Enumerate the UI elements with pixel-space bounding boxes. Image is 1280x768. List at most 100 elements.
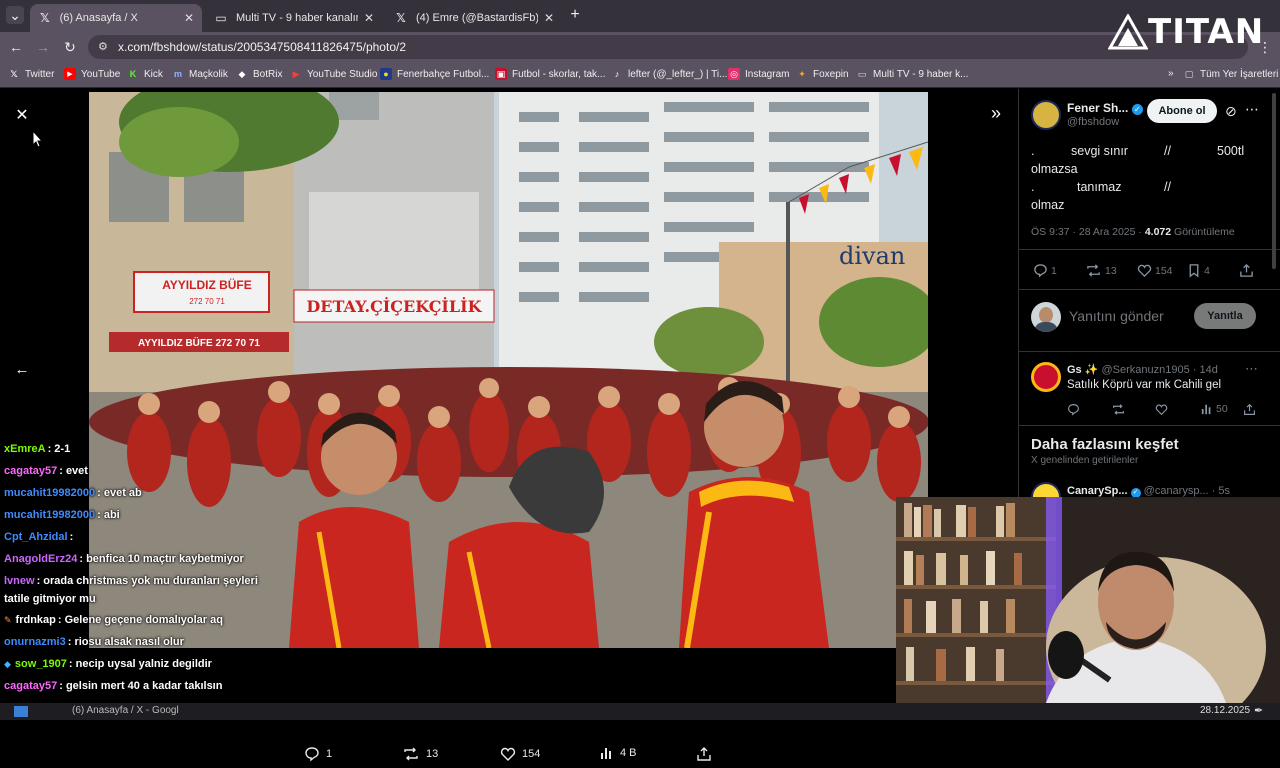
forward-arrow-icon[interactable]: → <box>34 38 52 56</box>
reply-count: 1 <box>1051 264 1057 277</box>
tweet-text-segment: . <box>1031 144 1035 158</box>
chat-message: mucahit19982000: evet ab <box>4 487 142 499</box>
bookmark-multi-tv[interactable]: ▭ Multi TV - 9 haber k... <box>856 68 969 80</box>
mackolik-icon: m <box>173 69 182 79</box>
bookmark-tiktok[interactable]: ♪ lefter (@_lefter_) | Ti... <box>611 68 728 80</box>
all-bookmarks-folder[interactable]: ▢ Tüm Yer İşaretleri <box>1183 68 1279 80</box>
previous-photo-arrow-icon[interactable]: ← <box>10 357 34 381</box>
tweet-view-label: Görüntüleme <box>1174 226 1235 238</box>
reply-views[interactable]: 50 <box>1201 403 1228 415</box>
reply-heart-icon[interactable] <box>1155 403 1168 421</box>
address-bar[interactable]: ⚙ x.com/fbshdow/status/20053475084118264… <box>88 35 1248 59</box>
close-viewer-icon[interactable]: ✕ <box>10 103 34 127</box>
reply-author-handle[interactable]: @Serkanuzn1905 · 14d <box>1102 364 1218 376</box>
mouse-cursor-icon <box>32 130 43 148</box>
bookmark-botrix[interactable]: ◆ BotRix <box>236 68 283 80</box>
bookmark-instagram[interactable]: ◎ Instagram <box>728 68 789 80</box>
author-handle[interactable]: @fbshdow <box>1067 116 1119 128</box>
tweet-view-count: 4.072 <box>1144 226 1172 238</box>
bookmark-flashscore[interactable]: ▣ Futbol - skorlar, tak... <box>495 68 605 80</box>
bookmark-kick[interactable]: K Kick <box>127 68 163 80</box>
new-tab-plus-icon[interactable]: + <box>566 6 584 24</box>
bookmark-button[interactable]: 4 <box>1187 263 1210 278</box>
reply-button[interactable]: 1 <box>1033 263 1057 278</box>
photo-repost-button[interactable]: 13 <box>402 746 438 762</box>
reply-repost-icon[interactable] <box>1111 403 1126 421</box>
bookmark-youtube-studio[interactable]: ▶ YouTube Studio <box>290 68 378 80</box>
discover-author-name[interactable]: CanarySp... <box>1067 485 1128 497</box>
tab-title: (6) Anasayfa / X <box>59 12 138 24</box>
youtube-studio-icon: ▶ <box>292 68 300 79</box>
subscribe-button[interactable]: Abone ol <box>1147 99 1217 123</box>
chat-message: Cpt_Ahzidal: <box>4 531 73 543</box>
close-tab-icon[interactable]: ✕ <box>364 11 374 25</box>
scrollbar-thumb[interactable] <box>1272 93 1276 269</box>
reply-input[interactable]: Yanıtını gönder <box>1069 308 1164 324</box>
reply-reply-icon[interactable] <box>1067 403 1080 421</box>
like-button[interactable]: 154 <box>1137 263 1173 278</box>
bookmark-label: Foxepin <box>813 68 849 80</box>
chat-text: : gelsin mert 40 a kadar takılsın <box>59 680 223 692</box>
chat-message: ◆ sow_1907: necip uysal yalniz degildir <box>4 658 212 670</box>
titan-logo-text: TITAN <box>1148 12 1265 52</box>
tab-search-chevron-icon[interactable]: ⌄ <box>6 6 24 24</box>
chat-text: : <box>69 531 74 543</box>
tweet-timestamp[interactable]: ÖS 9:37 · 28 Ara 2025 · <box>1031 226 1142 238</box>
bookmark-label: YouTube <box>81 68 121 80</box>
bookmark-label: lefter (@_lefter_) | Ti... <box>628 68 728 80</box>
share-button[interactable] <box>1239 263 1254 283</box>
reply-bubble-icon <box>1034 264 1047 278</box>
reply-submit-button[interactable]: Yanıtla <box>1194 303 1256 329</box>
sign-ayyildiz-bufe-awning: AYYILDIZ BÜFE 272 70 71 <box>138 336 260 349</box>
tweet-text: . sevgi sınır // 500tl olmazsa . tanımaz… <box>1031 142 1267 214</box>
discover-author-handle[interactable]: @canarysp... <box>1144 485 1209 497</box>
photo-reply-button[interactable]: 1 <box>304 746 332 762</box>
tab-title: Multi TV - 9 haber kanalını aynı <box>236 12 358 24</box>
author-name[interactable]: Fener Sh... ✓ <box>1067 101 1143 115</box>
tweet-text-line: olmaz <box>1031 198 1065 212</box>
chat-message: lvnew: orada christmas yok mu duranları … <box>4 575 258 587</box>
reply-more-options-icon[interactable]: ⋯ <box>1245 361 1258 377</box>
photo-like-count: 154 <box>522 748 541 760</box>
reply-share-icon[interactable] <box>1243 403 1256 421</box>
repost-button[interactable]: 13 <box>1085 263 1117 278</box>
tab-x-home[interactable]: 𝕏 (6) Anasayfa / X ✕ <box>30 4 202 32</box>
more-bookmarks-chevron-icon[interactable]: » <box>1168 68 1174 79</box>
taskbar-window-label[interactable]: (6) Anasayfa / X - Googl <box>72 705 179 716</box>
back-arrow-icon[interactable]: ← <box>7 38 25 56</box>
reply-author-row: Gs ✨ @Serkanuzn1905 · 14d <box>1067 363 1218 376</box>
reply-author-name[interactable]: Gs ✨ <box>1067 364 1098 376</box>
bookmark-mackolik[interactable]: m Maçkolik <box>172 68 228 80</box>
streamer-webcam <box>896 497 1280 703</box>
bookmark-label: YouTube Studio <box>307 68 378 80</box>
chat-message: onurnazmi3: riosu alsak nasıl olur <box>4 636 184 648</box>
photo-like-button[interactable]: 154 <box>500 746 540 762</box>
author-avatar[interactable] <box>1031 100 1061 130</box>
heart-icon <box>500 747 516 761</box>
reload-icon[interactable]: ↻ <box>61 38 79 56</box>
close-tab-icon[interactable]: ✕ <box>544 11 554 25</box>
kick-icon: K <box>129 69 137 79</box>
chat-message: cagatay57: evet <box>4 465 88 477</box>
bookmarks-bar: 𝕏 Twitter ▶ YouTube K Kick m Maçkolik ◆ BotRi… <box>0 62 1280 88</box>
start-windows-icon[interactable] <box>14 706 28 717</box>
tab-multi-tv[interactable]: ▭ Multi TV - 9 haber kanalını aynı ✕ <box>206 4 382 32</box>
tab-emre-profile[interactable]: 𝕏 (4) Emre (@BastardisFb) / X ✕ <box>386 4 562 32</box>
more-options-icon[interactable]: ⋯ <box>1245 101 1259 118</box>
photo-share-button[interactable] <box>696 746 718 762</box>
collapse-sidebar-chevrons-icon[interactable]: » <box>984 101 1008 125</box>
chat-username: lvnew <box>4 575 35 587</box>
site-settings-icon[interactable]: ⚙ <box>98 40 108 53</box>
close-tab-icon[interactable]: ✕ <box>184 11 194 25</box>
pen-icon[interactable]: ✒ <box>1254 704 1263 717</box>
bookmark-youtube[interactable]: ▶ YouTube <box>64 68 120 80</box>
divider <box>1019 249 1280 250</box>
bookmark-fenerbahce[interactable]: ● Fenerbahçe Futbol... <box>380 68 489 80</box>
photo-views-button[interactable]: 4 B <box>600 746 637 760</box>
bookmark-foxepin[interactable]: ✦ Foxepin <box>796 68 849 80</box>
os-taskbar: (6) Anasayfa / X - Googl 28.12.2025 ✒ <box>0 703 1280 720</box>
reply-author-avatar[interactable] <box>1031 362 1061 392</box>
grok-icon[interactable]: ⊘ <box>1225 103 1237 120</box>
bookmark-count: 4 <box>1204 264 1210 277</box>
bookmark-twitter[interactable]: 𝕏 Twitter <box>8 68 54 80</box>
